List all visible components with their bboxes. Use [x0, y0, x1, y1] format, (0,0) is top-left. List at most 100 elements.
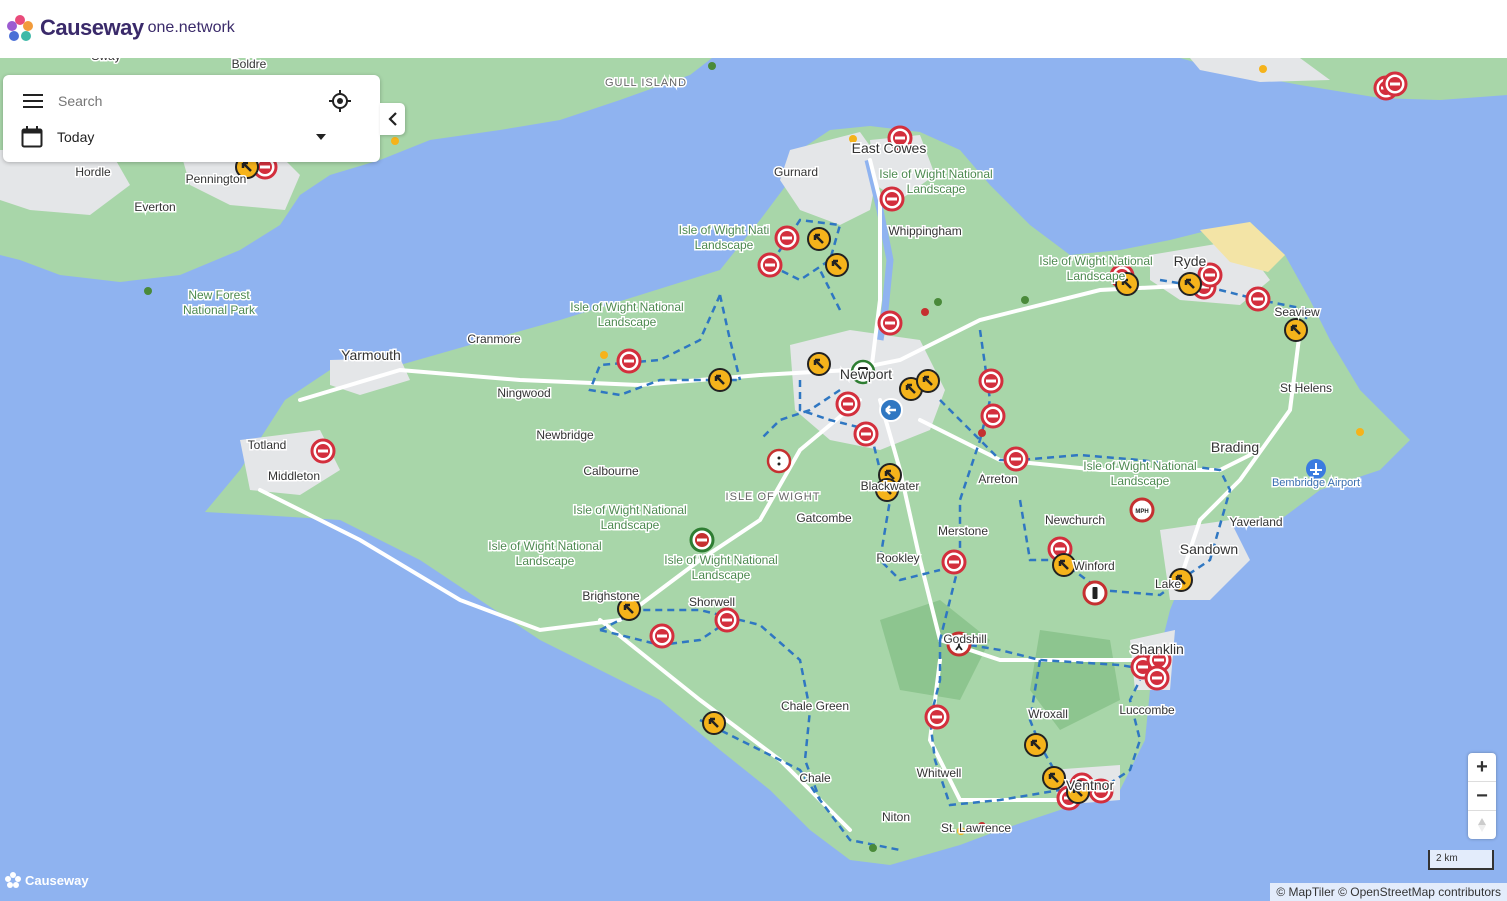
map-label: Ryde — [1174, 253, 1207, 269]
map-label: Landscape — [598, 315, 657, 329]
zoom-out-button[interactable]: − — [1468, 782, 1496, 811]
map-canvas[interactable]: MPH Sway Boldre GULL ISLAND Hordle Penningto… — [0, 58, 1507, 901]
menu-icon[interactable] — [23, 93, 43, 109]
road-closure-marker[interactable] — [649, 623, 675, 649]
map-label: Chale — [799, 771, 831, 785]
dropdown-arrow-icon[interactable] — [315, 133, 327, 141]
date-select-value[interactable]: Today — [57, 129, 315, 145]
zoom-in-button[interactable]: + — [1468, 753, 1496, 782]
roadworks-marker[interactable] — [916, 369, 940, 393]
map-label: Niton — [882, 810, 910, 824]
map-label: Landscape — [1067, 269, 1126, 283]
traffic-signals-marker[interactable] — [1082, 580, 1108, 606]
road-closure-marker[interactable] — [757, 252, 783, 278]
map-label: Isle of Wight National — [488, 539, 601, 553]
search-row[interactable] — [3, 83, 380, 119]
map-label: GULL ISLAND — [605, 77, 687, 89]
map-label: National Park — [183, 303, 256, 317]
date-row[interactable]: Today — [3, 119, 380, 155]
locate-icon[interactable] — [328, 89, 352, 113]
map-label: Yarmouth — [341, 347, 401, 363]
map-label: Totland — [248, 438, 287, 452]
map-label: Middleton — [268, 469, 320, 483]
one-way-marker[interactable] — [879, 398, 903, 422]
planned-closure-marker[interactable] — [689, 527, 715, 553]
road-closure-marker[interactable] — [924, 704, 950, 730]
road-closure-marker[interactable] — [853, 421, 879, 447]
road-closure-marker[interactable] — [978, 368, 1004, 394]
map-label: Isle of Wight National — [879, 167, 992, 181]
map-label: Wroxall — [1028, 707, 1068, 721]
road-closure-marker[interactable] — [1144, 665, 1170, 691]
causeway-watermark: Causeway — [4, 871, 89, 889]
calendar-icon — [21, 126, 43, 148]
road-closure-marker[interactable] — [310, 438, 336, 464]
compass-button[interactable] — [1468, 811, 1496, 839]
map-label: Landscape — [695, 238, 754, 252]
map-label: Isle of Wight National — [1083, 459, 1196, 473]
roadworks-marker[interactable] — [708, 368, 732, 392]
road-closure-marker[interactable] — [616, 348, 642, 374]
map-label: St Helens — [1280, 381, 1332, 395]
road-closure-marker[interactable] — [877, 310, 903, 336]
event-marker[interactable] — [766, 448, 792, 474]
roadworks-marker[interactable] — [1178, 272, 1202, 296]
svg-text:MPH: MPH — [1135, 509, 1148, 515]
road-closure-marker[interactable] — [941, 549, 967, 575]
road-closure-marker[interactable] — [774, 225, 800, 251]
map-attribution[interactable]: © MapTiler © OpenStreetMap contributors — [1270, 883, 1507, 901]
map-label: Ningwood — [497, 386, 550, 400]
map-label: Everton — [134, 200, 175, 214]
search-input[interactable] — [56, 92, 320, 110]
map-label: Yaverland — [1229, 515, 1282, 529]
roadworks-marker[interactable] — [1052, 553, 1076, 577]
map-label: Pennington — [186, 172, 247, 186]
road-closure-marker[interactable] — [980, 403, 1006, 429]
search-panel: Today — [3, 75, 380, 162]
map-label: Newport — [840, 366, 892, 382]
road-closure-marker[interactable] — [1382, 71, 1408, 97]
collapse-panel-button[interactable] — [380, 103, 405, 135]
roadworks-marker[interactable] — [1024, 733, 1048, 757]
map-label: Seaview — [1274, 305, 1320, 319]
map-label: Gurnard — [774, 165, 818, 179]
causeway-flower-icon — [7, 15, 33, 41]
road-closure-marker[interactable] — [835, 391, 861, 417]
map-label: Shanklin — [1130, 641, 1184, 657]
roadworks-marker[interactable] — [1042, 766, 1066, 790]
map-label: Luccombe — [1119, 703, 1175, 717]
map-label: Lake — [1155, 577, 1181, 591]
roadworks-marker[interactable] — [702, 711, 726, 735]
roadworks-marker[interactable] — [807, 352, 831, 376]
map-label: Whippingham — [888, 224, 961, 238]
road-closure-marker[interactable] — [714, 607, 740, 633]
map-label: Boldre — [232, 58, 267, 71]
map-label: Sway — [91, 58, 120, 63]
map-label: Isle of Wight Nati — [679, 223, 770, 237]
map-label: Landscape — [907, 182, 966, 196]
watermark-text: Causeway — [25, 872, 89, 888]
map-label: East Cowes — [852, 140, 927, 156]
map-label: Landscape — [516, 554, 575, 568]
road-closure-marker[interactable] — [1245, 286, 1271, 312]
map-label: Whitwell — [917, 766, 962, 780]
map-label: Landscape — [1111, 474, 1170, 488]
map-label: ISLE OF WIGHT — [726, 491, 821, 503]
road-closure-marker[interactable] — [1003, 446, 1029, 472]
causeway-logo[interactable]: Causeway one.network — [4, 12, 235, 44]
map-label: Brading — [1211, 439, 1259, 455]
brand-suffix: one.network — [147, 19, 235, 36]
chevron-left-icon — [387, 112, 397, 126]
map-label: Sandown — [1180, 541, 1238, 557]
roadworks-marker[interactable] — [825, 253, 849, 277]
brand-name: Causeway — [40, 15, 144, 40]
speed-restriction-marker[interactable]: MPH — [1129, 497, 1155, 523]
map-label: New Forest — [188, 288, 250, 302]
roadworks-marker[interactable] — [1284, 318, 1308, 342]
map-label: Merstone — [938, 524, 988, 538]
roadworks-marker[interactable] — [807, 227, 831, 251]
map-label: Winford — [1073, 559, 1114, 573]
road-closure-marker[interactable] — [879, 186, 905, 212]
zoom-control: + − — [1468, 753, 1496, 839]
map-label: Blackwater — [861, 479, 920, 493]
